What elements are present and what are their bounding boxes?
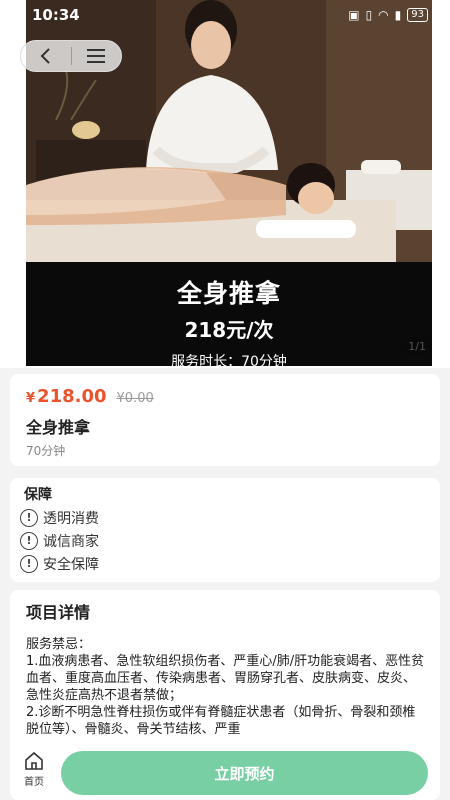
guarantee-label: 诚信商家 <box>43 533 99 550</box>
exclamation-circle-icon: ! <box>20 508 38 527</box>
hero-duration: 服务时长：70分钟 <box>171 354 287 368</box>
price-row: ¥218.00 ¥0.00 <box>26 386 154 407</box>
status-icons: ▣ ▯ ◠ ▮ 93 <box>348 8 428 22</box>
image-counter: 1/1 <box>402 338 432 355</box>
exclamation-circle-icon: ! <box>20 554 38 573</box>
menu-button[interactable] <box>71 40 121 72</box>
battery-icon: 93 <box>407 8 428 22</box>
price-card: ¥218.00 ¥0.00 全身推拿 70分钟 <box>10 374 440 466</box>
bottom-action-bar: 首页 立即预约 <box>0 745 450 800</box>
back-button[interactable] <box>21 40 71 72</box>
guarantee-label: 透明消费 <box>43 510 99 527</box>
guarantee-item: ! 安全保障 <box>20 552 99 575</box>
home-label: 首页 <box>24 777 44 788</box>
current-price: ¥218.00 <box>26 386 107 407</box>
hero-price: 218元/次 <box>184 318 274 342</box>
original-price: ¥0.00 <box>116 391 154 406</box>
hero-caption: 全身推拿 218元/次 服务时长：70分钟 <box>26 262 432 368</box>
menu-icon <box>87 49 106 63</box>
wifi-icon: ◠ <box>378 8 389 22</box>
exclamation-circle-icon: ! <box>20 531 38 550</box>
nav-capsule <box>20 40 122 72</box>
vibrate-icon: ▯ <box>365 8 373 22</box>
service-name: 全身推拿 <box>26 418 91 437</box>
hero-title: 全身推拿 <box>176 279 281 308</box>
status-bar: 10:34 ▣ ▯ ◠ ▮ 93 <box>0 0 450 32</box>
status-time: 10:34 <box>32 6 80 24</box>
home-tab[interactable]: 首页 <box>16 751 52 793</box>
home-icon <box>25 751 43 770</box>
detail-line: 1.血液病患者、急性软组织损伤者、严重心/肺/肝功能衰竭者、恶性贫血者、重度高血… <box>26 654 425 703</box>
price-value: 218.00 <box>37 386 107 407</box>
chevron-left-icon <box>40 48 50 64</box>
currency-symbol: ¥ <box>26 391 36 406</box>
guarantee-list: ! 透明消费 ! 诚信商家 ! 安全保障 <box>20 506 99 575</box>
service-duration: 70分钟 <box>26 444 66 458</box>
book-now-button[interactable]: 立即预约 <box>61 751 428 795</box>
detail-line: 服务禁忌： <box>26 637 92 652</box>
guarantee-item: ! 诚信商家 <box>20 529 99 552</box>
guarantee-label: 安全保障 <box>43 556 99 573</box>
detail-body: 服务禁忌： 1.血液病患者、急性软组织损伤者、严重心/肺/肝功能衰竭者、恶性贫血… <box>26 636 426 738</box>
nfc-icon: ▣ <box>348 8 360 22</box>
sim-icon: ▮ <box>394 8 402 22</box>
guarantee-item: ! 透明消费 <box>20 506 99 529</box>
detail-line: 2.诊断不明急性脊柱损伤或伴有脊髓症状患者（如骨折、骨裂和颈椎脱位等）、骨髓炎、… <box>26 705 416 737</box>
guarantee-title: 保障 <box>24 487 52 503</box>
guarantee-card: 保障 ! 透明消费 ! 诚信商家 ! 安全保障 <box>10 478 440 582</box>
detail-title: 项目详情 <box>26 603 91 622</box>
